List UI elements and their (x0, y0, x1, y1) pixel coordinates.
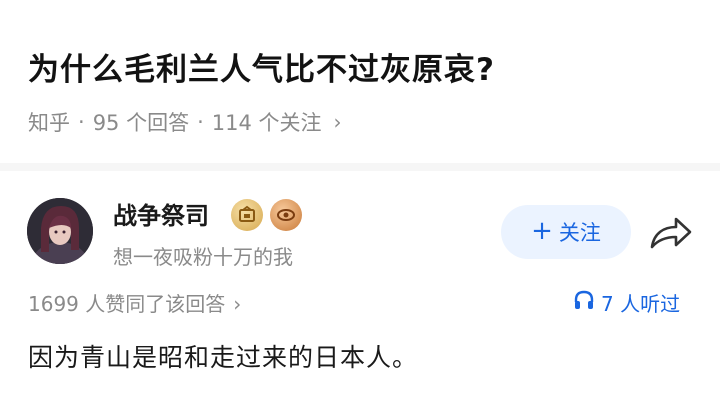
meta-separator: · (78, 110, 85, 134)
headphones-icon (573, 289, 595, 316)
share-icon[interactable] (648, 213, 694, 253)
meta-separator: · (197, 110, 204, 134)
follow-label: 关注 (558, 221, 601, 245)
source-label: 知乎 (28, 111, 70, 135)
author-name[interactable]: 战争祭司 (113, 196, 209, 231)
avatar[interactable] (27, 198, 93, 264)
listeners-count[interactable]: 7 人听过 (573, 288, 680, 317)
chevron-right-icon: › (233, 292, 242, 316)
question-meta[interactable]: 知乎 · 95 个回答 · 114 个关注 › (28, 107, 342, 137)
section-divider (0, 163, 720, 171)
orange-badge-icon[interactable] (270, 199, 302, 231)
question-title[interactable]: 为什么毛利兰人气比不过灰原哀? (28, 44, 495, 89)
listeners-label: 7 人听过 (601, 292, 681, 316)
followers-count: 114 个关注 (211, 111, 322, 135)
plus-icon: + (531, 215, 553, 246)
votes-count[interactable]: 1699 人赞同了该回答 › (28, 288, 241, 317)
votes-label: 1699 人赞同了该回答 (28, 292, 226, 316)
answer-text[interactable]: 因为青山是昭和走过来的日本人。 (28, 338, 418, 374)
author-bio: 想一夜吸粉十万的我 (113, 245, 293, 269)
answers-count: 95 个回答 (92, 111, 190, 135)
chevron-right-icon: › (333, 110, 342, 134)
gold-badge-icon[interactable] (231, 199, 263, 231)
follow-button[interactable]: + 关注 (501, 205, 631, 259)
